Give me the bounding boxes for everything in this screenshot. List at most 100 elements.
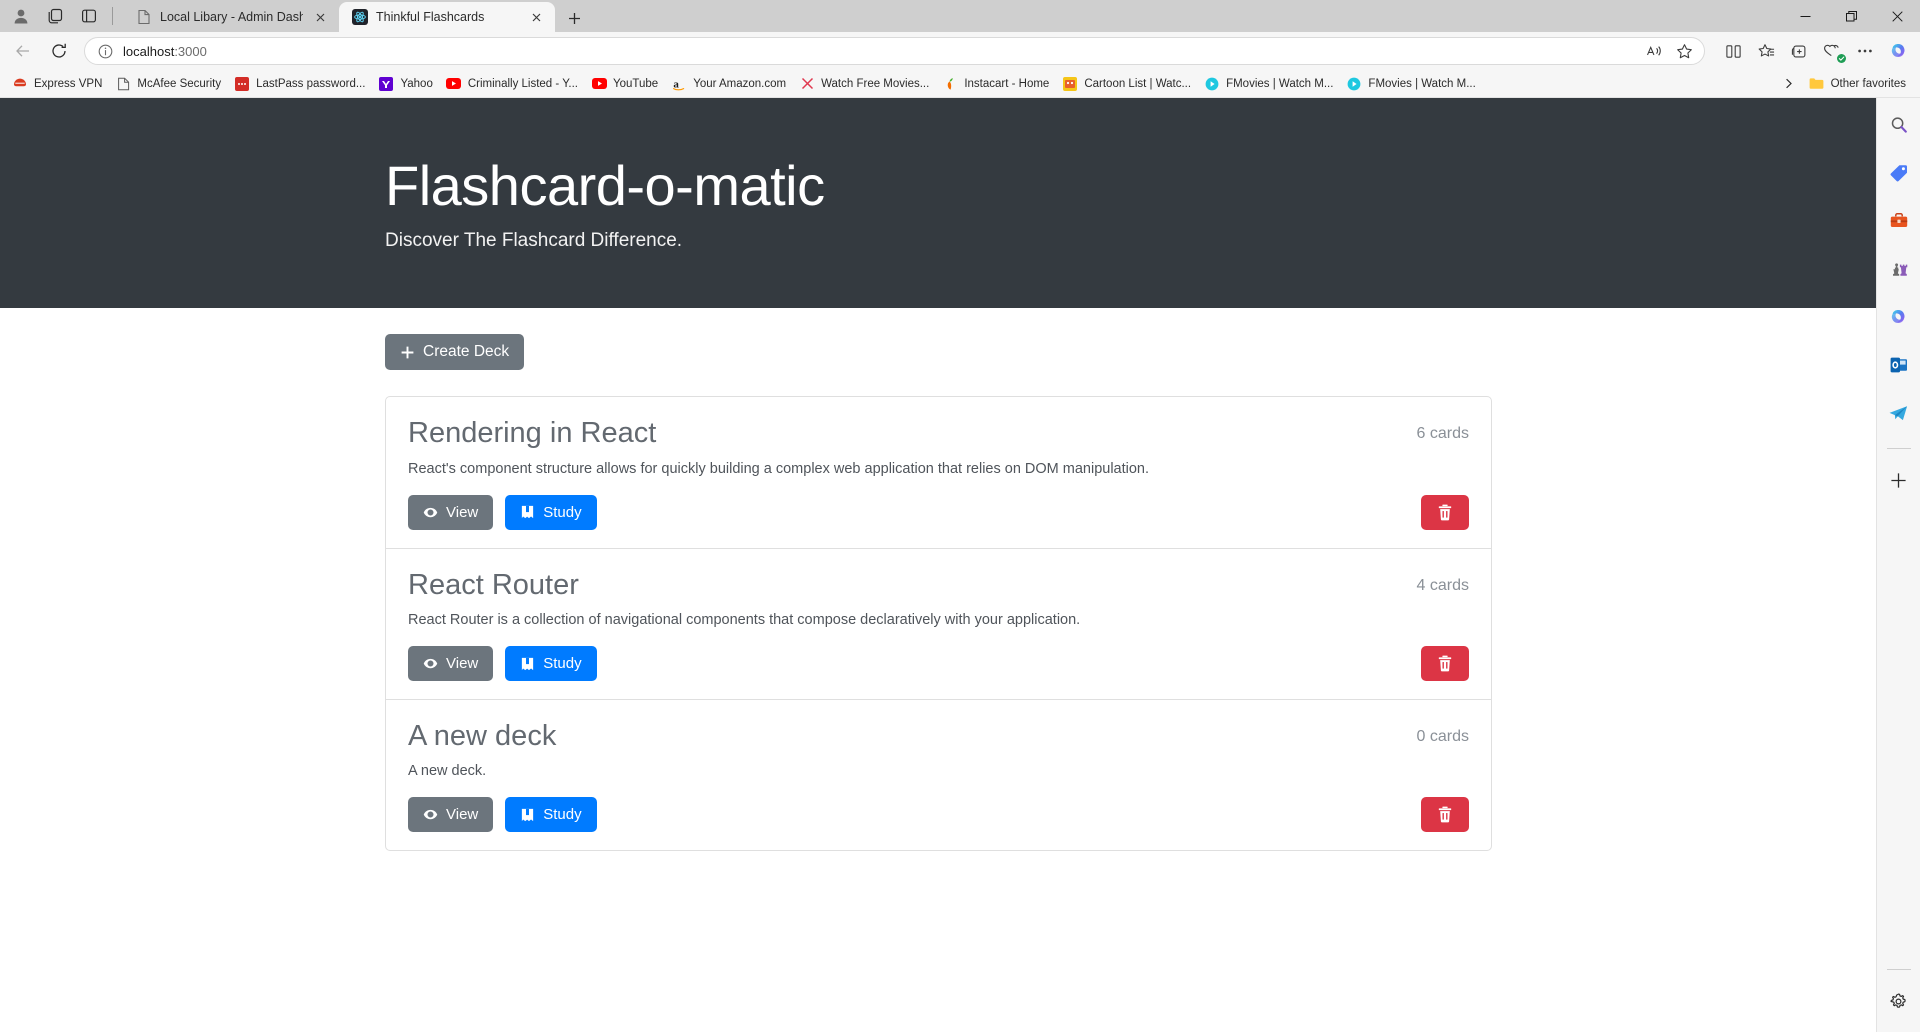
split-screen-icon[interactable]: [1717, 36, 1749, 66]
delete-deck-button[interactable]: [1421, 494, 1469, 530]
deck-card-count: 0 cards: [1416, 728, 1469, 746]
tab-title: Thinkful Flashcards: [376, 10, 485, 24]
deck-title: Rendering in React: [408, 417, 657, 450]
view-deck-button[interactable]: View: [408, 494, 494, 530]
gear-icon[interactable]: [1882, 984, 1916, 1018]
document-icon: [135, 9, 152, 26]
bookmark-cartoon-list[interactable]: Cartoon List | Watc...: [1056, 73, 1197, 95]
titlebar-divider: [112, 7, 113, 25]
instacart-icon: [942, 76, 958, 92]
bookmark-label: Yahoo: [400, 77, 433, 90]
outlook-icon[interactable]: [1882, 348, 1916, 382]
bookmark-label: McAfee Security: [137, 77, 222, 90]
games-chess-icon[interactable]: [1882, 252, 1916, 286]
bookmark-label: Criminally Listed - Y...: [467, 77, 578, 90]
study-deck-button[interactable]: Study: [505, 797, 597, 833]
toolbar-actions: [1713, 36, 1914, 66]
copilot-icon[interactable]: [1882, 36, 1914, 66]
favorite-star-icon[interactable]: [1670, 39, 1698, 63]
page-title: Flashcard-o-matic: [385, 154, 825, 217]
close-icon[interactable]: [311, 8, 329, 26]
browser-essentials-icon[interactable]: [1816, 36, 1848, 66]
study-deck-button[interactable]: Study: [505, 494, 597, 530]
trash-icon: [1437, 806, 1453, 823]
create-deck-label: Create Deck: [423, 343, 510, 361]
sidebar-divider-bottom: [1886, 969, 1911, 970]
plus-icon: [400, 345, 415, 360]
bookmark-instacart[interactable]: Instacart - Home: [936, 73, 1055, 95]
copilot-icon[interactable]: [1882, 300, 1916, 334]
deck-title: React Router: [408, 568, 579, 601]
minimize-icon[interactable]: [1782, 0, 1828, 32]
create-deck-button[interactable]: Create Deck: [385, 334, 525, 371]
add-sidebar-app-button[interactable]: [1882, 463, 1916, 497]
browser-viewport: Flashcard-o-matic Discover The Flashcard…: [0, 98, 1920, 1032]
bookmark-label: FMovies | Watch M...: [1226, 77, 1334, 90]
delete-deck-button[interactable]: [1421, 646, 1469, 682]
collections-icon[interactable]: [1750, 36, 1782, 66]
back-arrow-icon[interactable]: [6, 36, 40, 66]
deck-list: Rendering in React 6 cards React's compo…: [385, 396, 1492, 852]
bookmark-label: Express VPN: [34, 77, 103, 90]
web-page: Flashcard-o-matic Discover The Flashcard…: [0, 98, 1876, 1032]
address-bar[interactable]: localhost:3000: [84, 37, 1705, 65]
site-info-icon[interactable]: [95, 41, 115, 61]
bookmark-your-amazon[interactable]: a Your Amazon.com: [665, 73, 792, 95]
bookmark-express-vpn[interactable]: Express VPN: [6, 73, 108, 95]
chevron-right-icon[interactable]: [1778, 73, 1800, 95]
deck-description: A new deck.: [408, 763, 487, 780]
add-to-favorites-icon[interactable]: [1783, 36, 1815, 66]
telegram-send-icon[interactable]: [1882, 396, 1916, 430]
window-controls: [1782, 0, 1920, 32]
deck-title: A new deck: [408, 720, 557, 753]
lastpass-icon: [234, 76, 250, 92]
deck-card: A new deck 0 cards A new deck. View Stud…: [386, 700, 1491, 850]
bookmark-youtube[interactable]: YouTube: [585, 73, 664, 95]
bookmark-fmovies-2[interactable]: FMovies | Watch M...: [1340, 73, 1481, 95]
tab-local-libary[interactable]: Local Libary - Admin Dashboard: [123, 2, 339, 32]
delete-deck-button[interactable]: [1421, 797, 1469, 833]
eye-icon: [423, 656, 438, 671]
react-icon: [351, 9, 368, 26]
youtube-icon: [591, 76, 607, 92]
restore-icon[interactable]: [1828, 0, 1874, 32]
page-subtitle: Discover The Flashcard Difference.: [385, 230, 683, 252]
study-deck-button[interactable]: Study: [505, 646, 597, 682]
expressvpn-icon: [12, 76, 28, 92]
shopping-tag-icon[interactable]: [1882, 156, 1916, 190]
book-icon: [520, 807, 535, 823]
view-label: View: [446, 503, 479, 521]
page-content: Create Deck Rendering in React 6 cards R…: [0, 308, 1876, 852]
view-deck-button[interactable]: View: [408, 646, 494, 682]
settings-and-more-icon[interactable]: [1849, 36, 1881, 66]
search-icon[interactable]: [1882, 108, 1916, 142]
book-icon: [520, 656, 535, 672]
other-favorites-button[interactable]: Other favorites: [1801, 73, 1914, 95]
view-label: View: [446, 806, 479, 824]
tab-thinkful-flashcards[interactable]: Thinkful Flashcards: [339, 2, 555, 32]
close-icon[interactable]: [1874, 0, 1920, 32]
view-label: View: [446, 655, 479, 673]
view-deck-button[interactable]: View: [408, 797, 494, 833]
refresh-icon[interactable]: [42, 36, 76, 66]
address-bar-text: localhost:3000: [123, 44, 1640, 59]
bookmark-mcafee-security[interactable]: McAfee Security: [109, 73, 227, 95]
deck-description: React Router is a collection of navigati…: [408, 612, 1081, 629]
youtube-icon: [446, 76, 462, 92]
workspaces-icon[interactable]: [38, 2, 72, 30]
profile-avatar-icon[interactable]: [4, 2, 38, 30]
bookmark-lastpass[interactable]: LastPass password...: [228, 73, 371, 95]
read-aloud-icon[interactable]: [1640, 39, 1668, 63]
url-port: :3000: [174, 43, 207, 59]
bookmark-criminally-listed[interactable]: Criminally Listed - Y...: [440, 73, 584, 95]
tab-strip: Local Libary - Admin Dashboard Thinkful …: [123, 0, 589, 32]
tab-actions-icon[interactable]: [72, 2, 106, 30]
bookmark-fmovies-1[interactable]: FMovies | Watch M...: [1198, 73, 1339, 95]
bookmark-watch-free-movies[interactable]: Watch Free Movies...: [793, 73, 935, 95]
bookmark-yahoo[interactable]: Yahoo: [372, 73, 438, 95]
close-icon[interactable]: [527, 8, 545, 26]
bookmark-label: Cartoon List | Watc...: [1084, 77, 1192, 90]
tools-briefcase-icon[interactable]: [1882, 204, 1916, 238]
study-label: Study: [543, 503, 582, 521]
new-tab-button[interactable]: [559, 4, 589, 32]
